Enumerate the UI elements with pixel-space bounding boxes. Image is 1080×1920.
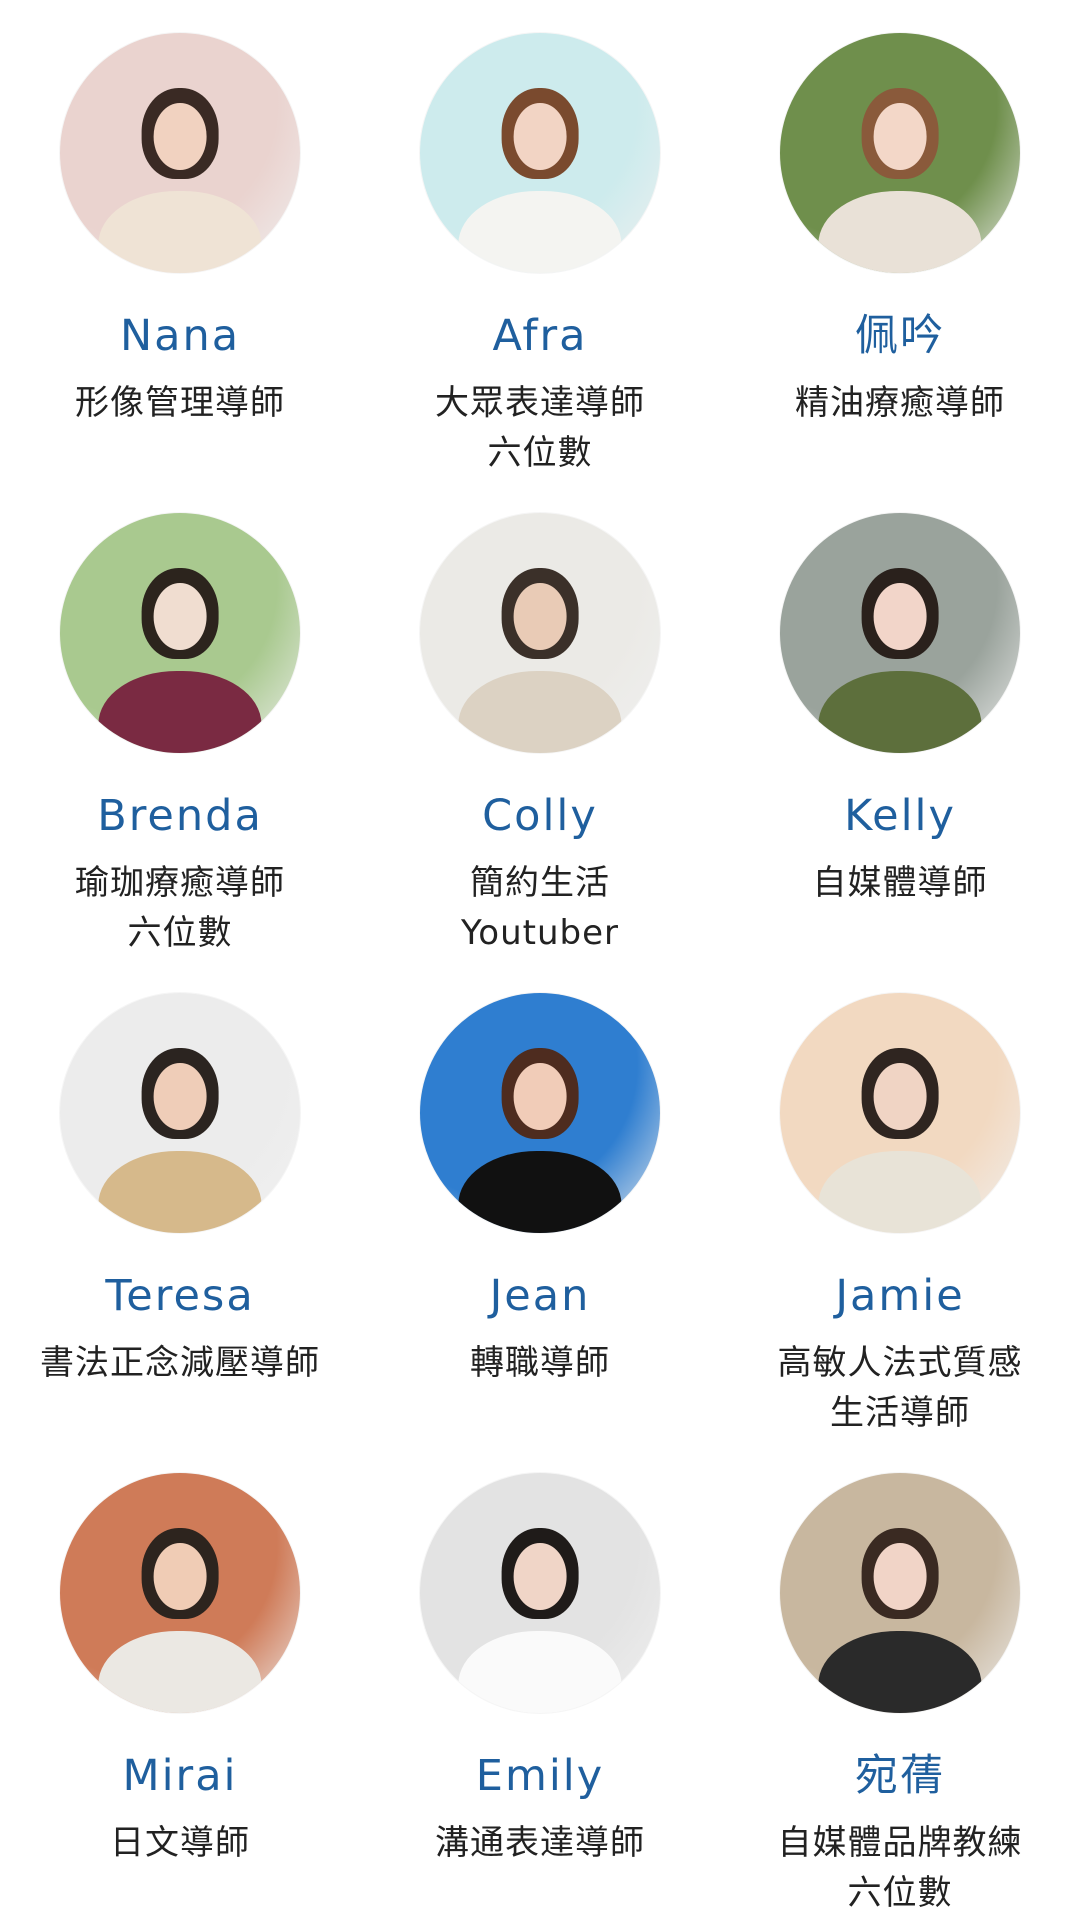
- profile-role-line: 精油療癒導師: [795, 383, 1005, 423]
- profile-role: 瑜珈療癒導師 六位數: [0, 858, 360, 958]
- profile-role-line: 大眾表達導師: [435, 383, 645, 423]
- portrait-face: [153, 1062, 207, 1130]
- profile-role: 形像管理導師: [0, 378, 360, 428]
- profile-card[interactable]: Colly 簡約生活 Youtuber: [360, 480, 720, 960]
- profile-photo: [60, 33, 300, 273]
- profile-card[interactable]: Kelly 自媒體導師: [720, 480, 1080, 960]
- profile-photo: [420, 513, 660, 753]
- portrait-face: [153, 102, 207, 170]
- profile-card[interactable]: Mirai 日文導師: [0, 1440, 360, 1920]
- profile-role-line: 書法正念減壓導師: [40, 1343, 320, 1383]
- profile-role-line: 生活導師: [830, 1393, 970, 1433]
- profile-name: Kelly: [844, 791, 956, 841]
- profile-role: 自媒體導師: [720, 858, 1080, 908]
- profile-photo: [60, 1473, 300, 1713]
- profile-card[interactable]: Afra 大眾表達導師 六位數: [360, 0, 720, 480]
- profile-card[interactable]: 宛蒨 自媒體品牌教練 六位數: [720, 1440, 1080, 1920]
- profile-name: Colly: [482, 791, 598, 841]
- profile-role-line: 六位數: [847, 1873, 953, 1913]
- profile-role: 精油療癒導師: [720, 378, 1080, 428]
- profile-name: Jean: [489, 1271, 591, 1321]
- portrait-face: [513, 1542, 567, 1610]
- profile-photo: [780, 33, 1020, 273]
- portrait-face: [153, 1542, 207, 1610]
- profile-role-line: 溝通表達導師: [435, 1823, 645, 1863]
- profile-name: Teresa: [105, 1271, 255, 1321]
- profile-role: 簡約生活 Youtuber: [360, 858, 720, 958]
- portrait-face: [513, 1062, 567, 1130]
- profile-role: 溝通表達導師: [360, 1818, 720, 1868]
- profile-role: 自媒體品牌教練 六位數: [720, 1818, 1080, 1918]
- profile-photo: [780, 993, 1020, 1233]
- profile-photo: [420, 1473, 660, 1713]
- profile-role: 日文導師: [0, 1818, 360, 1868]
- profile-card[interactable]: Nana 形像管理導師: [0, 0, 360, 480]
- profile-name: 佩吟: [855, 311, 945, 361]
- profile-photo: [780, 513, 1020, 753]
- profile-photo: [60, 993, 300, 1233]
- mentor-grid: Nana 形像管理導師 Afra 大眾表達導師 六位數 佩吟 精油療癒導師 Br…: [0, 0, 1080, 1920]
- profile-card[interactable]: 佩吟 精油療癒導師: [720, 0, 1080, 480]
- profile-role-line: 轉職導師: [470, 1343, 610, 1383]
- profile-photo: [60, 513, 300, 753]
- profile-photo: [780, 1473, 1020, 1713]
- profile-card[interactable]: Jamie 高敏人法式質感 生活導師: [720, 960, 1080, 1440]
- profile-role-line: 高敏人法式質感: [777, 1343, 1023, 1383]
- profile-role-line: 日文導師: [110, 1823, 250, 1863]
- portrait-face: [513, 102, 567, 170]
- profile-role: 大眾表達導師 六位數: [360, 378, 720, 478]
- portrait-face: [513, 582, 567, 650]
- profile-role-line: 瑜珈療癒導師: [75, 863, 285, 903]
- profile-role-line: Youtuber: [461, 913, 619, 953]
- profile-card[interactable]: Emily 溝通表達導師: [360, 1440, 720, 1920]
- profile-role: 書法正念減壓導師: [0, 1338, 360, 1388]
- profile-card[interactable]: Brenda 瑜珈療癒導師 六位數: [0, 480, 360, 960]
- profile-photo: [420, 33, 660, 273]
- profile-name: Jamie: [835, 1271, 965, 1321]
- profile-role: 轉職導師: [360, 1338, 720, 1388]
- portrait-face: [873, 102, 927, 170]
- profile-role-line: 形像管理導師: [75, 383, 285, 423]
- portrait-face: [873, 1062, 927, 1130]
- portrait-face: [153, 582, 207, 650]
- profile-name: 宛蒨: [855, 1751, 945, 1801]
- profile-name: Emily: [475, 1751, 605, 1801]
- profile-name: Afra: [492, 311, 588, 361]
- profile-name: Nana: [119, 311, 241, 361]
- profile-role-line: 簡約生活: [470, 863, 610, 903]
- portrait-face: [873, 582, 927, 650]
- profile-card[interactable]: Jean 轉職導師: [360, 960, 720, 1440]
- profile-role-line: 六位數: [127, 913, 233, 953]
- profile-role-line: 自媒體品牌教練: [777, 1823, 1023, 1863]
- profile-card[interactable]: Teresa 書法正念減壓導師: [0, 960, 360, 1440]
- profile-role: 高敏人法式質感 生活導師: [720, 1338, 1080, 1438]
- portrait-face: [873, 1542, 927, 1610]
- profile-role-line: 六位數: [487, 433, 593, 473]
- profile-name: Brenda: [97, 791, 263, 841]
- profile-role-line: 自媒體導師: [812, 863, 988, 903]
- profile-name: Mirai: [122, 1751, 238, 1801]
- profile-photo: [420, 993, 660, 1233]
